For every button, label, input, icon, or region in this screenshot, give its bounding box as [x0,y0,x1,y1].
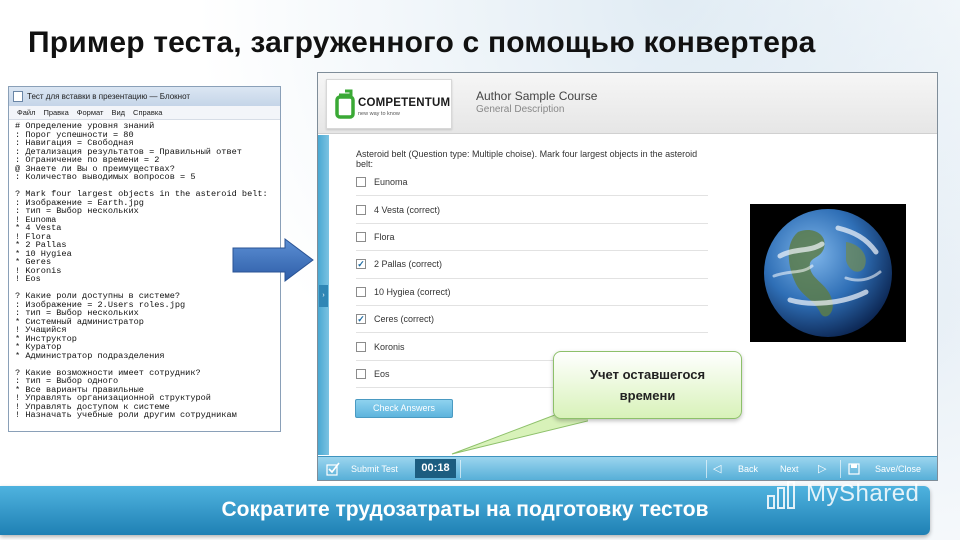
checkbox-icon[interactable] [356,341,366,352]
answer-option[interactable]: ✓ 2 Pallas (correct) [356,251,708,279]
timer-display: 00:18 [415,459,456,478]
question-text: Asteroid belt (Question type: Multiple c… [356,149,698,169]
checkbox-icon[interactable] [356,231,366,242]
logo-name: COMPETENTUM [358,97,451,109]
player-header: COMPETENTUM new way to know Author Sampl… [318,73,937,134]
notepad-line: : Количество выводимых вопросов = 5 [15,172,196,182]
back-arrow-icon[interactable]: ◁ [713,457,721,481]
competentum-player: COMPETENTUM new way to know Author Sampl… [317,72,938,481]
earth-image-icon [764,209,892,337]
competentum-logo: COMPETENTUM new way to know [326,79,452,129]
watermark: MyShared [806,480,920,507]
answer-label: 4 Vesta (correct) [374,204,441,215]
menu-help[interactable]: Справка [133,108,162,117]
footer-divider [460,460,461,478]
notepad-line: ! Назначать учебные роли другим сотрудни… [15,410,237,420]
answer-label: Ceres (correct) [374,314,435,325]
notepad-icon [13,91,23,102]
notepad-menubar: Файл Правка Формат Вид Справка [9,106,280,120]
right-arrow-icon [232,238,314,282]
answer-label: 2 Pallas (correct) [374,259,443,270]
callout-line-2: времени [619,388,676,403]
answer-label: Flora [374,231,395,242]
course-subtitle: General Description [476,104,565,115]
checkbox-icon[interactable] [356,177,366,188]
footer-divider [840,460,841,478]
answer-label: 10 Hygiea (correct) [374,286,451,297]
answer-option[interactable]: Flora [356,224,708,252]
checkbox-checked-icon[interactable]: ✓ [356,259,366,270]
save-close-button[interactable]: Save/Close [875,457,921,481]
next-button[interactable]: Next [780,457,799,481]
myshared-logo-icon [767,481,795,509]
course-title: Author Sample Course [476,89,598,103]
menu-format[interactable]: Формат [77,108,104,117]
callout-line-1: Учет оставшегося [589,367,706,382]
logo-tagline: new way to know [358,111,400,117]
footer-divider [706,460,707,478]
back-button[interactable]: Back [738,457,758,481]
notepad-titlebar[interactable]: Тест для вставки в презентацию — Блокнот [9,87,280,106]
menu-file[interactable]: Файл [17,108,35,117]
answer-option[interactable]: ✓ Ceres (correct) [356,306,708,334]
next-arrow-icon[interactable]: ▷ [818,457,826,481]
answer-option[interactable]: 4 Vesta (correct) [356,196,708,224]
side-panel-toggle[interactable]: › [318,135,329,455]
save-icon[interactable] [848,463,860,475]
check-answers-button[interactable]: Check Answers [355,399,453,418]
expand-panel-icon[interactable]: › [319,285,328,307]
answer-option[interactable]: 10 Hygiea (correct) [356,279,708,306]
answer-label: Koronis [374,341,405,352]
menu-view[interactable]: Вид [111,108,125,117]
checkbox-checked-icon[interactable]: ✓ [356,314,366,325]
question-image [750,204,906,342]
notepad-line: * Администратор подразделения [15,350,165,361]
menu-edit[interactable]: Правка [43,108,68,117]
slide-title: Пример теста, загруженного с помощью кон… [28,26,816,59]
submit-test-button[interactable]: Submit Test [351,457,398,481]
remaining-time-callout: Учет оставшегося времени [553,351,742,419]
answer-option[interactable]: Eunoma [356,169,708,197]
submit-check-icon[interactable] [326,462,340,476]
checkbox-icon[interactable] [356,368,366,379]
checkbox-icon[interactable] [356,286,366,297]
checkbox-icon[interactable] [356,204,366,215]
answer-label: Eunoma [374,177,408,188]
competentum-logo-icon [335,89,355,119]
notepad-line: * 4 Vesta [15,223,62,233]
answer-label: Eos [374,368,390,379]
player-footer: Submit Test 00:18 ◁ Back Next ▷ Save/Clo… [318,456,937,480]
notepad-title: Тест для вставки в презентацию — Блокнот [27,92,191,101]
